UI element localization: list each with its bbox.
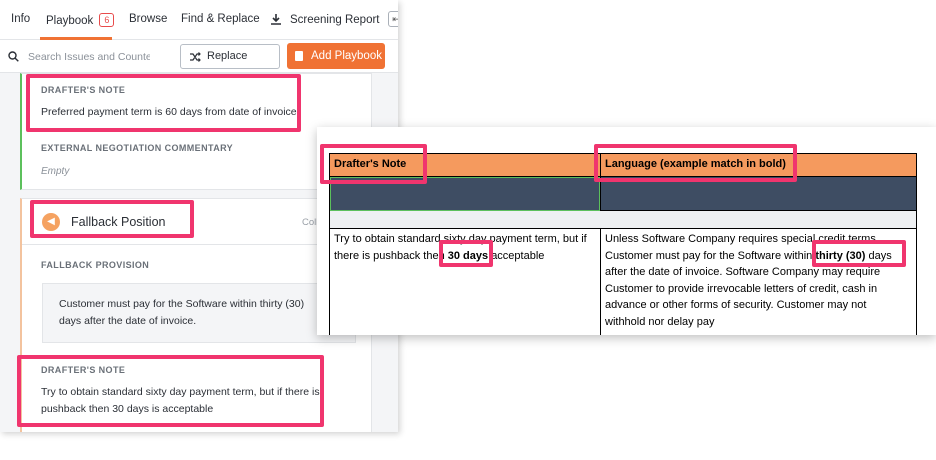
lang-line-2-start: Customer must pay for the Software withi… <box>605 249 813 262</box>
note-line-2: there is pushback then 30 days acceptabl… <box>334 248 596 265</box>
collapse-link[interactable]: Coll <box>302 217 318 228</box>
tab-playbook[interactable]: Playbook 6 <box>46 13 115 27</box>
spacer-row <box>329 210 917 229</box>
external-commentary-label: EXTERNAL NEGOTIATION COMMENTARY <box>41 143 234 153</box>
dark-row-cell <box>600 176 917 211</box>
drafters-note-header: Drafter's Note <box>329 153 601 177</box>
note-line-1: Try to obtain standard sixty day payment… <box>334 233 587 245</box>
tab-bar: Info Playbook 6 Browse Find & Replace Scr… <box>0 0 398 40</box>
playbook-count-badge: 6 <box>99 13 115 27</box>
fallback-provision-box: Customer must pay for the Software withi… <box>42 283 356 343</box>
tab-playbook-label: Playbook <box>46 15 94 27</box>
add-playbook-button[interactable]: Add Playbook <box>287 43 385 69</box>
lang-line-1: Unless Software Company requires special… <box>605 233 879 245</box>
tab-screening-report[interactable]: Screening Report <box>270 13 380 26</box>
fallback-title: Fallback Position <box>71 215 166 229</box>
tab-browse[interactable]: Browse <box>129 13 167 25</box>
note-line-2-end: acceptable <box>491 249 545 262</box>
fallback-provision-label: FALLBACK PROVISION <box>41 260 150 270</box>
lang-line-2-end: days <box>868 249 892 262</box>
language-cell: Unless Software Company requires special… <box>600 228 917 335</box>
download-icon <box>271 14 281 25</box>
drafters-note-text: Preferred payment term is 60 days from d… <box>41 106 297 118</box>
external-commentary-text: Empty <box>41 166 70 177</box>
lang-line-6: withhold nor delay pay <box>605 315 715 328</box>
search-input[interactable] <box>28 48 150 66</box>
document-excerpt: Drafter's Note Language (example match i… <box>317 127 936 335</box>
tab-screening-report-label: Screening Report <box>290 14 380 26</box>
lang-line-5: advance or other forms of security. Cust… <box>605 299 867 311</box>
note-line-2-start: there is pushback then <box>334 249 445 262</box>
lang-line-4: Customer to provide irrevocable letters … <box>605 282 878 295</box>
lang-line-3: after the date of invoice. Software Comp… <box>605 266 881 278</box>
fallback-drafters-note-label: DRAFTER'S NOTE <box>41 365 126 375</box>
cell-selection-outline <box>330 177 600 211</box>
note-highlight-text: 30 days <box>447 249 489 262</box>
playbook-toolbar: Replace Terms Add Playbook <box>0 40 398 85</box>
add-playbook-label: Add Playbook <box>311 50 382 62</box>
tab-find-replace[interactable]: Find & Replace <box>181 13 260 25</box>
lang-bold-match: thirty (30) <box>815 249 866 262</box>
shuffle-icon <box>190 52 201 62</box>
drafters-note-cell: Try to obtain standard sixty day payment… <box>329 228 601 335</box>
fallback-arrow-icon: ◀ <box>42 213 60 231</box>
collapse-panel-icon[interactable]: ⇤ <box>388 11 398 27</box>
document-icon <box>295 51 303 61</box>
screenshot-stage: Info Playbook 6 Browse Find & Replace Scr… <box>0 0 936 460</box>
fallback-drafters-note-text: Try to obtain standard sixty day payment… <box>41 386 320 415</box>
search-icon <box>8 51 19 62</box>
replace-terms-button[interactable]: Replace Terms <box>180 44 280 85</box>
drafters-note-label: DRAFTER'S NOTE <box>41 85 126 95</box>
fallback-provision-text: Customer must pay for the Software withi… <box>59 298 305 327</box>
tab-info[interactable]: Info <box>11 13 30 25</box>
language-header: Language (example match in bold) <box>600 153 917 177</box>
lang-line-2: Customer must pay for the Software withi… <box>605 248 912 265</box>
